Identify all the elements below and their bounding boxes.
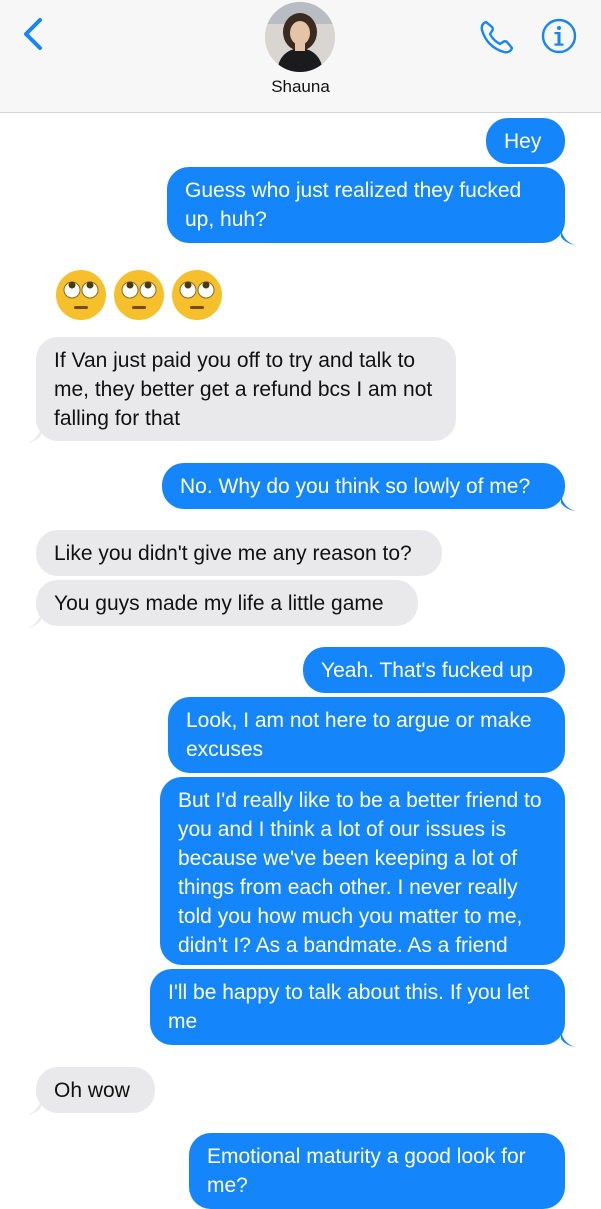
- message-bubble-sent[interactable]: Look, I am not here to argue or make exc…: [168, 697, 565, 773]
- bubble-tail: [27, 1099, 41, 1115]
- bubble-tail: [561, 495, 575, 511]
- message-bubble-sent[interactable]: Yeah. That's fucked up: [303, 647, 565, 693]
- bubble-tail: [27, 427, 41, 443]
- emoji-message[interactable]: 🙄🙄🙄: [54, 268, 224, 332]
- back-button[interactable]: [18, 14, 52, 54]
- message-bubble-sent[interactable]: Emotional maturity a good look for me?: [189, 1133, 565, 1209]
- message-bubble-sent[interactable]: But I'd really like to be a better frien…: [160, 777, 565, 965]
- message-bubble-sent[interactable]: I'll be happy to talk about this. If you…: [150, 969, 565, 1045]
- rolling-eyes-emoji-icon: [172, 270, 222, 320]
- bubble-tail: [561, 229, 575, 245]
- info-button[interactable]: [540, 17, 578, 55]
- rolling-eyes-emoji-icon: [56, 270, 106, 320]
- bubble-tail: [27, 612, 41, 628]
- call-button[interactable]: [477, 17, 517, 57]
- message-bubble-received[interactable]: Oh wow: [36, 1067, 155, 1113]
- avatar[interactable]: [265, 2, 335, 72]
- phone-icon: [480, 20, 514, 54]
- info-icon: [541, 18, 577, 54]
- message-bubble-sent[interactable]: Guess who just realized they fucked up, …: [167, 167, 565, 243]
- rolling-eyes-emoji-icon: [114, 270, 164, 320]
- bubble-tail: [561, 1031, 575, 1047]
- avatar-photo: [265, 2, 335, 72]
- conversation-header: Shauna: [0, 0, 601, 113]
- message-bubble-received[interactable]: If Van just paid you off to try and talk…: [36, 337, 456, 441]
- message-bubble-received[interactable]: Like you didn't give me any reason to?: [36, 530, 442, 576]
- message-bubble-sent[interactable]: Hey: [486, 118, 565, 164]
- message-bubble-received[interactable]: You guys made my life a little game: [36, 580, 418, 626]
- chevron-left-icon: [24, 18, 42, 50]
- contact-name[interactable]: Shauna: [0, 77, 601, 97]
- message-bubble-sent[interactable]: No. Why do you think so lowly of me?: [162, 463, 565, 509]
